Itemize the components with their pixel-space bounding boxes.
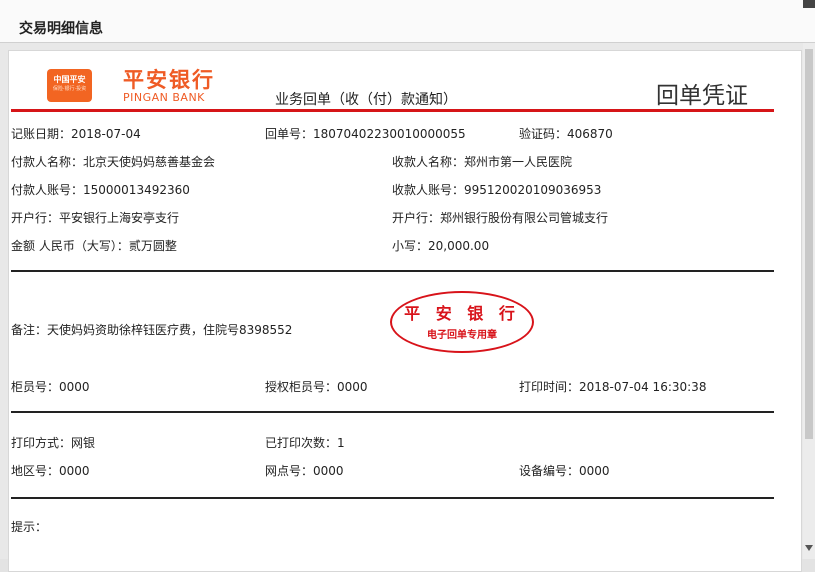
receipt-card: 中国平安 保险·银行·投资 平安银行 PINGAN BANK 业务回单（收（付）… bbox=[8, 50, 802, 572]
divider bbox=[11, 411, 774, 413]
auth-teller-number: 授权柜员号：0000 bbox=[265, 380, 368, 394]
scroll-down-icon[interactable] bbox=[805, 545, 813, 551]
divider bbox=[11, 497, 774, 499]
remark: 备注：天使妈妈资助徐梓钰医疗费，住院号8398552 bbox=[11, 323, 293, 337]
vertical-scrollbar[interactable] bbox=[803, 43, 815, 559]
tips-label: 提示： bbox=[11, 520, 48, 534]
pingan-logo: 中国平安 保险·银行·投资 bbox=[47, 69, 92, 102]
bank-name-cn: 平安银行 bbox=[123, 68, 215, 92]
payer-bank: 开户行：平安银行上海安亭支行 bbox=[11, 211, 180, 225]
window-title: 交易明细信息 bbox=[19, 21, 103, 37]
verify-code: 验证码：406870 bbox=[519, 127, 613, 141]
payee-bank: 开户行：郑州银行股份有限公司管城支行 bbox=[392, 211, 609, 225]
payee-name: 收款人名称：郑州市第一人民医院 bbox=[392, 155, 573, 169]
receipt-title: 回单凭证 bbox=[656, 83, 748, 109]
print-method: 打印方式：网银 bbox=[11, 436, 96, 450]
receipt-number: 回单号：18070402230010000055 bbox=[265, 127, 466, 141]
close-icon[interactable] bbox=[803, 0, 815, 8]
payee-account: 收款人账号：995120020109036953 bbox=[392, 183, 602, 197]
bank-stamp: 平 安 银 行 电子回单专用章 bbox=[390, 291, 534, 353]
content-area[interactable]: 中国平安 保险·银行·投资 平安银行 PINGAN BANK 业务回单（收（付）… bbox=[0, 43, 815, 572]
stamp-label: 电子回单专用章 bbox=[427, 330, 497, 341]
amount-lower: 小写：20,000.00 bbox=[392, 239, 490, 253]
branch-number: 网点号：0000 bbox=[265, 464, 344, 478]
red-divider bbox=[11, 109, 774, 112]
payer-account: 付款人账号：15000013492360 bbox=[11, 183, 190, 197]
printed-count: 已打印次数：1 bbox=[265, 436, 345, 450]
payer-name: 付款人名称：北京天使妈妈慈善基金会 bbox=[11, 155, 216, 169]
teller-number: 柜员号：0000 bbox=[11, 380, 90, 394]
bank-name-en: PINGAN BANK bbox=[123, 91, 205, 104]
amount-upper: 金额 人民币（大写）：贰万圆整 bbox=[11, 239, 177, 253]
scrollbar-thumb[interactable] bbox=[805, 49, 813, 439]
print-time: 打印时间：2018-07-04 16:30:38 bbox=[519, 380, 707, 394]
notice-title: 业务回单（收（付）款通知） bbox=[275, 92, 457, 108]
divider bbox=[11, 270, 774, 272]
window-titlebar: 交易明细信息 bbox=[0, 0, 815, 43]
logo-subtext: 保险·银行·投资 bbox=[52, 86, 87, 92]
region-number: 地区号：0000 bbox=[11, 464, 90, 478]
stamp-bank-name: 平 安 银 行 bbox=[404, 304, 520, 323]
booking-date: 记账日期：2018-07-04 bbox=[11, 127, 141, 141]
logo-text: 中国平安 bbox=[53, 75, 86, 84]
device-number: 设备编号：0000 bbox=[519, 464, 610, 478]
